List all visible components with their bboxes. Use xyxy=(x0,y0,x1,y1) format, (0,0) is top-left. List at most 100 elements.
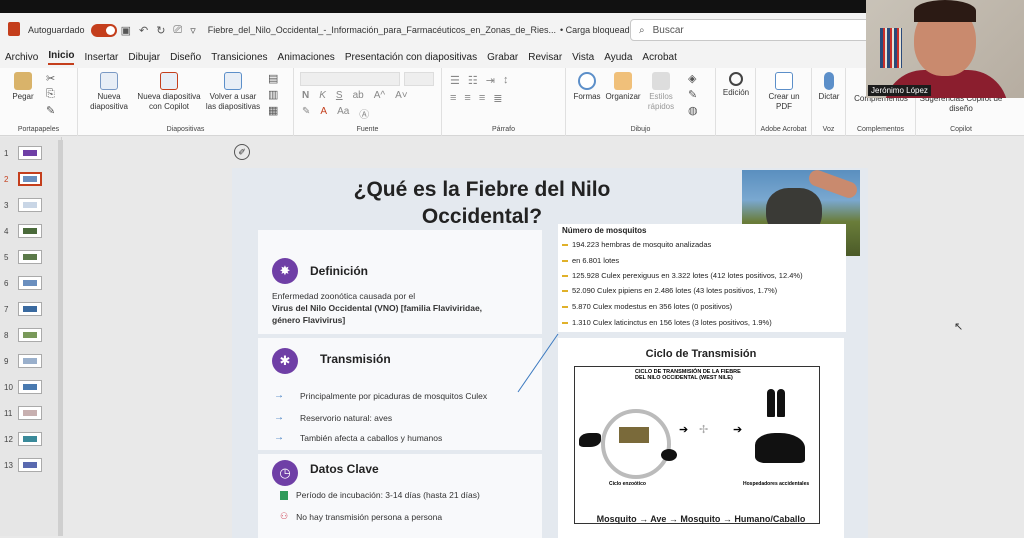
tab-acrobat[interactable]: Acrobat xyxy=(642,52,676,63)
tab-grabar[interactable]: Grabar xyxy=(487,52,518,63)
highlight-icon[interactable]: ✎ xyxy=(302,106,310,121)
layout-icon[interactable]: ▤ xyxy=(268,72,278,85)
shapes-icon xyxy=(578,72,596,90)
slide-thumbnail[interactable]: 12 xyxy=(4,429,56,449)
search-icon: ⌕ xyxy=(639,24,645,36)
line-spacing-icon[interactable]: ↕ xyxy=(503,74,509,87)
calendar-icon xyxy=(280,490,288,500)
slide-thumbnail[interactable]: 10 xyxy=(4,377,56,397)
load-status[interactable]: • Carga bloqueada xyxy=(560,25,635,35)
people-icon: ⚇ xyxy=(280,511,289,521)
transmision-item: → Principalmente por picaduras de mosquit… xyxy=(274,390,488,401)
save-icon[interactable]: ▣ xyxy=(121,24,131,37)
clear-format-icon[interactable]: Ⓐ xyxy=(359,106,369,121)
autosave-toggle[interactable] xyxy=(90,23,117,37)
slide-canvas[interactable]: ¿Qué es la Fiebre del Nilo Occidental? ✸… xyxy=(232,168,868,538)
fill-icon[interactable]: ◈ xyxy=(688,72,696,85)
tab-animaciones[interactable]: Animaciones xyxy=(278,52,335,63)
slide-thumbnail[interactable]: 9 xyxy=(4,351,56,371)
outline-icon[interactable]: ✎ xyxy=(688,88,697,101)
search-placeholder: Buscar xyxy=(652,24,684,36)
font-name-select[interactable] xyxy=(300,72,400,86)
effects-icon[interactable]: ◍ xyxy=(688,104,698,117)
bullets-icon[interactable]: ☰ xyxy=(450,74,460,87)
arrange-button[interactable]: Organizar xyxy=(604,72,642,102)
reset-icon[interactable]: ▥ xyxy=(268,88,278,101)
justify-icon[interactable]: ≣ xyxy=(493,92,502,105)
align-right-icon[interactable]: ≡ xyxy=(479,92,485,105)
font-size-select[interactable] xyxy=(404,72,434,86)
reuse-slides-icon xyxy=(224,72,242,90)
group-fuente: N K S ab A^ A˅ ✎ A Aa Ⓐ Fuente xyxy=(294,68,442,136)
slide-thumbnail[interactable]: 3 xyxy=(4,195,56,215)
undo-icon[interactable]: ↶ xyxy=(139,24,148,37)
slide-thumbnail[interactable]: 5 xyxy=(4,247,56,267)
bird-silhouette xyxy=(661,449,677,461)
tab-archivo[interactable]: Archivo xyxy=(5,52,38,63)
underline-button[interactable]: S xyxy=(336,90,343,101)
slide-thumbnail[interactable]: 4 xyxy=(4,221,56,241)
decrease-font-button[interactable]: A˅ xyxy=(395,90,408,101)
virus-icon: ✸ xyxy=(272,258,298,284)
slide-thumbnail[interactable]: 6 xyxy=(4,273,56,293)
dictate-button[interactable]: Dictar xyxy=(814,72,844,102)
create-pdf-button[interactable]: Crear un PDF xyxy=(760,72,808,112)
group-parrafo: ☰ ☷ ⇥ ↕ ≡ ≡ ≡ ≣ Párrafo xyxy=(442,68,566,136)
cut-icon[interactable]: ✂ xyxy=(46,72,55,85)
human-silhouette xyxy=(777,389,785,417)
section-icon[interactable]: ▦ xyxy=(268,104,278,117)
change-case-button[interactable]: Aa xyxy=(337,106,349,121)
tab-presentacion[interactable]: Presentación con diapositivas xyxy=(345,52,477,63)
italic-button[interactable]: K xyxy=(319,90,326,101)
format-painter-icon[interactable]: ✎ xyxy=(46,104,55,117)
enzootic-label: Ciclo enzoótico xyxy=(609,481,646,487)
mosquito-row: 194.223 hembras de mosquito analizadas xyxy=(562,240,711,249)
tab-inicio[interactable]: Inicio xyxy=(48,50,75,65)
new-slide-button[interactable]: Nueva diapositiva xyxy=(84,72,134,112)
font-color-icon[interactable]: A xyxy=(320,106,327,121)
ciclo-card: Ciclo de Transmisión CICLO DE TRANSMISIÓ… xyxy=(558,338,844,538)
group-label-complementos: Complementos xyxy=(856,126,905,133)
slide-title: ¿Qué es la Fiebre del Nilo Occidental? xyxy=(353,178,611,228)
designer-icon[interactable]: ✐ xyxy=(234,144,250,160)
slide-thumbnail-selected[interactable]: 2 xyxy=(4,169,56,189)
quick-styles-button[interactable]: Estilos rápidos xyxy=(644,72,678,112)
tab-ayuda[interactable]: Ayuda xyxy=(604,52,632,63)
accidental-label: Hospedadores accidentales xyxy=(743,481,810,487)
tab-vista[interactable]: Vista xyxy=(572,52,594,63)
shapes-button[interactable]: Formas xyxy=(570,72,604,102)
bold-button[interactable]: N xyxy=(302,90,309,101)
editing-button[interactable]: Edición xyxy=(718,72,754,98)
present-icon[interactable]: ⎚ xyxy=(173,24,182,37)
tab-diseno[interactable]: Diseño xyxy=(170,52,201,63)
strikethrough-button[interactable]: ab xyxy=(353,90,364,101)
indent-icon[interactable]: ⇥ xyxy=(486,74,495,87)
powerpoint-logo-icon xyxy=(8,22,20,36)
tab-revisar[interactable]: Revisar xyxy=(528,52,562,63)
slide-thumbnail[interactable]: 11 xyxy=(4,403,56,423)
mosquito-heading: Número de mosquitos xyxy=(562,226,647,235)
connector-line xyxy=(517,333,559,393)
tab-dibujar[interactable]: Dibujar xyxy=(128,52,160,63)
copilot-slide-button[interactable]: Nueva diapositiva con Copilot xyxy=(136,72,202,112)
slide-thumbnail[interactable]: 8 xyxy=(4,325,56,345)
mosquito-icon: ✢ xyxy=(699,424,709,436)
align-left-icon[interactable]: ≡ xyxy=(450,92,456,105)
slide-thumbnail[interactable]: 7 xyxy=(4,299,56,319)
numbering-icon[interactable]: ☷ xyxy=(468,74,478,87)
paste-button[interactable]: Pegar xyxy=(8,72,38,102)
reuse-slides-button[interactable]: Volver a usar las diapositivas xyxy=(204,72,262,112)
redo-icon[interactable]: ↻ xyxy=(156,24,165,37)
slide-thumbnail[interactable]: 1 xyxy=(4,143,56,163)
customize-chevron-icon[interactable]: ▿ xyxy=(190,24,196,37)
increase-font-button[interactable]: A^ xyxy=(374,90,385,101)
slide-thumbnail[interactable]: 13 xyxy=(4,455,56,475)
tab-transiciones[interactable]: Transiciones xyxy=(211,52,267,63)
search-input[interactable]: ⌕ Buscar xyxy=(630,19,870,41)
align-center-icon[interactable]: ≡ xyxy=(464,92,470,105)
paragraph-row-1: ☰ ☷ ⇥ ↕ xyxy=(450,74,508,87)
copy-icon[interactable]: ⎘ xyxy=(46,88,55,101)
group-acrobat: Crear un PDF Adobe Acrobat xyxy=(756,68,812,136)
thumbnails-scrollbar[interactable] xyxy=(58,140,63,536)
tab-insertar[interactable]: Insertar xyxy=(84,52,118,63)
